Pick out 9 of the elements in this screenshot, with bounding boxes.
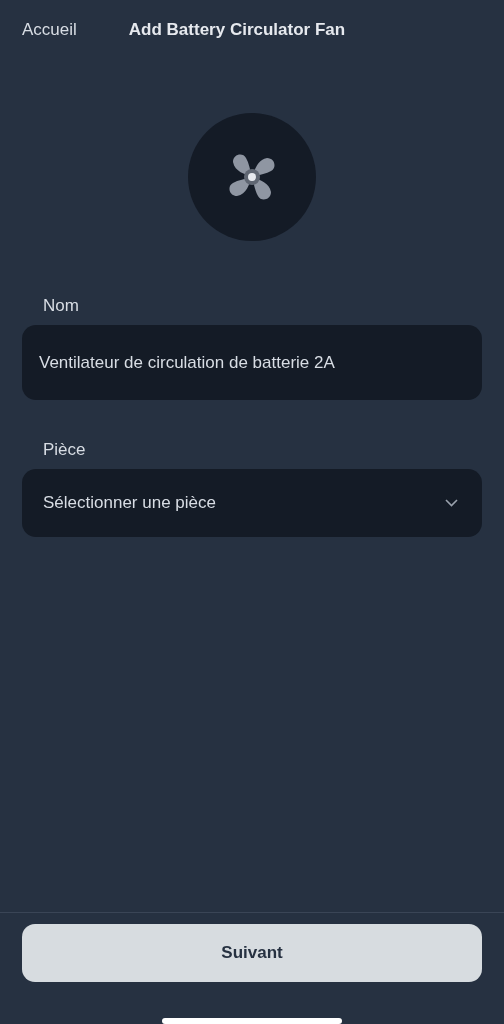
next-button[interactable]: Suivant xyxy=(22,924,482,983)
name-input-field[interactable]: Ventilateur de circulation de batterie 2A xyxy=(22,325,482,400)
select-placeholder: Sélectionner une pièce xyxy=(43,493,216,513)
back-link[interactable]: Accueil xyxy=(22,20,77,40)
page-title: Add Battery Circulator Fan xyxy=(128,20,346,40)
chevron-down-icon xyxy=(445,499,458,507)
field-label: Nom xyxy=(43,296,80,316)
field-label: Pièce xyxy=(43,440,87,460)
room-select-dropdown[interactable]: Sélectionner une pièce xyxy=(22,469,482,537)
